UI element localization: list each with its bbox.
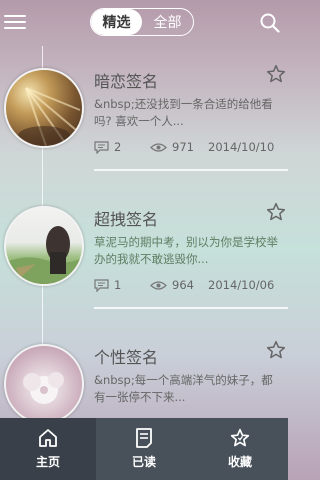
document-icon [136,428,152,448]
item-thumbnail[interactable] [4,206,84,286]
sunrays-image [18,87,81,146]
star-icon [266,202,286,221]
list-item[interactable]: 个性签名 &nbsp;每一个高端洋气的妹子，都有一张停不下来... [0,334,288,418]
list-item[interactable]: 暗恋签名 &nbsp;还没找到一条合适的给他看吗? 喜欢一个人... 2 971… [0,58,288,188]
search-icon [260,13,280,33]
item-date: 2014/10/10 [208,140,275,154]
nav-home[interactable]: 主页 [0,418,96,480]
item-thumbnail[interactable] [4,344,84,418]
item-thumbnail[interactable] [4,68,84,148]
menu-button[interactable] [4,12,26,32]
item-date: 2014/10/06 [208,278,275,292]
item-title[interactable]: 超拽签名 [94,206,158,230]
comment-icon [94,140,109,154]
item-description: &nbsp;每一个高端洋气的妹子，都有一张停不下来... [94,373,273,404]
comment-icon [94,278,109,292]
eye-icon [150,280,167,290]
comment-count: 1 [94,278,121,292]
nav-read-label: 已读 [131,455,156,469]
bottom-navigation: 主页 已读 收藏 [0,418,288,480]
view-count: 964 [150,278,194,292]
girl-landscape-image [6,226,82,284]
view-count-value: 971 [172,140,194,154]
comment-count: 2 [94,140,121,154]
item-title[interactable]: 个性签名 [94,344,158,368]
tab-all[interactable]: 全部 [142,9,193,35]
comment-count-value: 1 [114,278,122,292]
search-button[interactable] [260,13,280,33]
nav-home-label: 主页 [35,455,60,469]
item-description: 草泥马的期中考，别以为你是学校举办的我就不敢逃毁你... [94,235,278,266]
eye-icon [150,142,167,152]
favorite-button[interactable] [266,64,286,84]
nav-read[interactable]: 已读 [96,418,192,480]
item-description: &nbsp;还没找到一条合适的给他看吗? 喜欢一个人... [94,97,273,128]
favorite-button[interactable] [266,340,286,360]
star-icon [266,64,286,83]
menu-icon-line [4,15,26,17]
nav-favorites-label: 收藏 [227,455,252,469]
item-title[interactable]: 暗恋签名 [94,68,158,92]
star-icon [266,340,286,359]
nav-favorites[interactable]: 收藏 [192,418,288,480]
favorite-button[interactable] [266,202,286,222]
view-count-value: 964 [172,278,194,292]
category-segmented-control: 精选 全部 [90,8,194,36]
home-icon [39,429,57,447]
menu-icon-line [4,27,26,29]
star-icon [230,428,250,447]
item-divider [94,169,288,171]
tab-featured[interactable]: 精选 [91,9,142,35]
menu-icon-line [4,21,26,23]
comment-count-value: 2 [114,140,122,154]
top-bar: 精选 全部 [0,0,288,46]
flowers-image [23,372,64,404]
item-divider [94,307,288,309]
list-item[interactable]: 超拽签名 草泥马的期中考，别以为你是学校举办的我就不敢逃毁你... 1 964 … [0,196,288,326]
view-count: 971 [150,140,194,154]
